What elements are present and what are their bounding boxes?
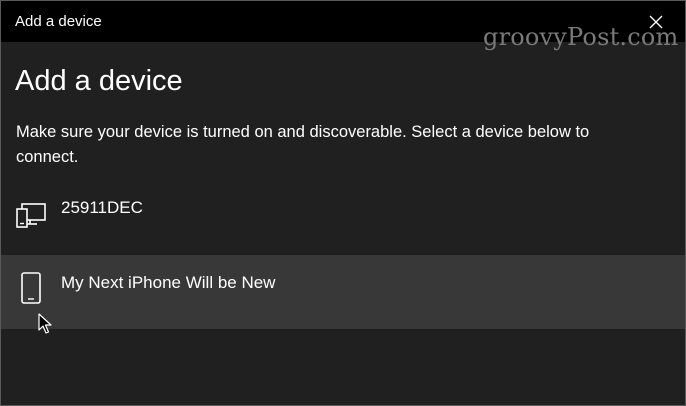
page-title: Add a device (15, 65, 183, 97)
device-name: My Next iPhone Will be New (61, 273, 276, 292)
window-title: Add a device (15, 13, 102, 30)
desktop-device-icon (16, 203, 46, 228)
add-device-window: Add a device groovyPost.com Add a device… (0, 0, 686, 406)
device-list-item[interactable]: 25911DEC (1, 181, 685, 255)
device-name: 25911DEC (61, 198, 143, 217)
device-list-item-selected[interactable]: My Next iPhone Will be New (1, 255, 685, 329)
watermark-logo: groovyPost.com (483, 23, 679, 51)
mouse-cursor-icon (38, 313, 52, 334)
instructions-text: Make sure your device is turned on and d… (16, 123, 590, 166)
phone-icon (21, 272, 41, 304)
